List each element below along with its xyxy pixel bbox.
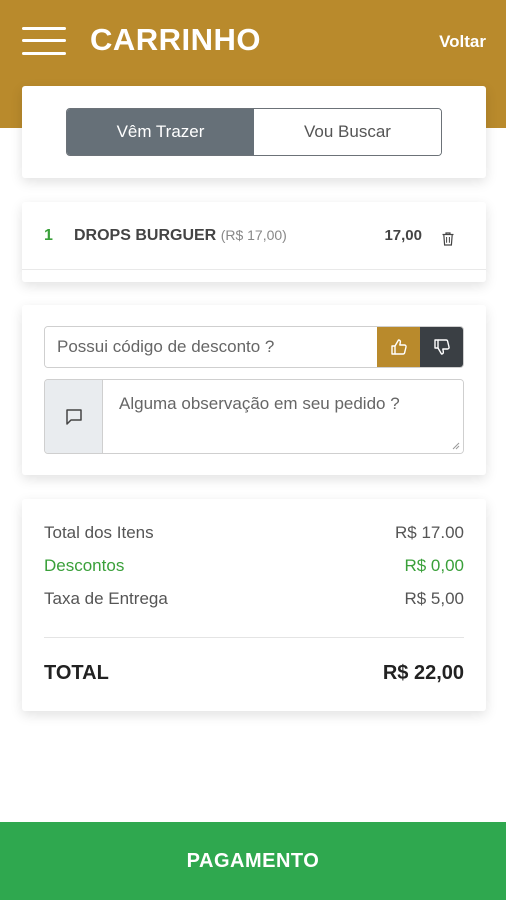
coupon-group — [44, 326, 464, 368]
discount-line: Descontos R$ 0,00 — [44, 556, 464, 576]
option-pickup[interactable]: Vou Buscar — [254, 109, 441, 155]
cart-item-row: 1 DROPS BURGUER (R$ 17,00) 17,00 — [22, 202, 486, 270]
grand-total-value: R$ 22,00 — [382, 662, 464, 684]
observation-group — [44, 379, 464, 454]
delivery-fee-value: R$ 5,00 — [404, 589, 464, 608]
delivery-mode-card: Vêm Trazer Vou Buscar — [22, 86, 486, 178]
items-total-value: R$ 17.00 — [395, 523, 464, 542]
trash-icon[interactable] — [442, 232, 454, 246]
delivery-fee-line: Taxa de Entrega R$ 5,00 — [44, 589, 464, 609]
summary-divider — [44, 637, 464, 638]
page-title: CARRINHO — [90, 22, 262, 57]
thumbs-up-icon[interactable] — [377, 327, 420, 367]
coupon-input[interactable] — [45, 327, 377, 367]
discount-label: Descontos — [44, 556, 125, 575]
discount-value: R$ 0,00 — [404, 556, 464, 575]
back-button[interactable]: Voltar — [439, 32, 486, 52]
items-total-line: Total dos Itens R$ 17.00 — [44, 523, 464, 543]
hamburger-menu-icon[interactable] — [22, 25, 68, 57]
cart-items-card: 1 DROPS BURGUER (R$ 17,00) 17,00 — [22, 202, 486, 282]
items-total-label: Total dos Itens — [44, 523, 154, 542]
item-name-wrap: DROPS BURGUER (R$ 17,00) — [74, 227, 287, 245]
option-delivery[interactable]: Vêm Trazer — [67, 109, 254, 155]
item-unit-price: (R$ 17,00) — [220, 226, 287, 243]
item-total-price: 17,00 — [384, 227, 422, 244]
chat-bubble-icon — [45, 380, 103, 453]
item-quantity: 1 — [44, 226, 53, 244]
discount-observation-card — [22, 305, 486, 475]
payment-button[interactable]: PAGAMENTO — [0, 822, 506, 900]
order-summary-card: Total dos Itens R$ 17.00 Descontos R$ 0,… — [22, 499, 486, 711]
resize-grip-icon[interactable] — [452, 442, 460, 450]
delivery-mode-toggle: Vêm Trazer Vou Buscar — [66, 108, 442, 156]
grand-total-line: TOTAL R$ 22,00 — [44, 662, 464, 685]
thumbs-down-icon[interactable] — [420, 327, 463, 367]
observation-textarea[interactable] — [103, 380, 463, 453]
grand-total-label: TOTAL — [44, 662, 109, 684]
delivery-fee-label: Taxa de Entrega — [44, 589, 168, 608]
item-name: DROPS BURGUER — [74, 226, 217, 244]
